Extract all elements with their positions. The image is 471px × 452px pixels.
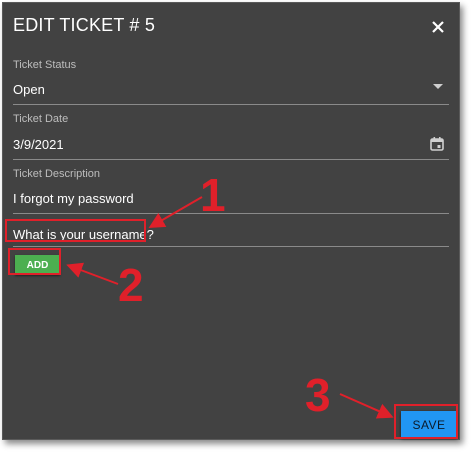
arrow-2 <box>66 262 119 285</box>
arrow-3 <box>339 393 394 419</box>
annotation-arrows <box>66 196 394 419</box>
arrow-1 <box>148 196 203 229</box>
